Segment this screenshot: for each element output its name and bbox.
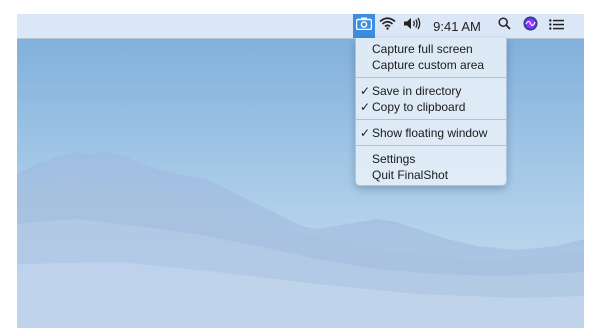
menu-item-copy-to-clipboard[interactable]: ✓ Copy to clipboard <box>356 99 506 115</box>
menu-separator <box>356 145 506 146</box>
checkmark-icon: ✓ <box>360 100 371 114</box>
wifi-button[interactable] <box>377 14 397 38</box>
menu-item-show-floating-window[interactable]: ✓ Show floating window <box>356 125 506 141</box>
wifi-icon <box>378 17 396 35</box>
camera-icon <box>355 17 373 35</box>
menu-item-settings[interactable]: Settings <box>356 151 506 167</box>
menu-item-save-in-directory[interactable]: ✓ Save in directory <box>356 83 506 99</box>
speaker-volume-icon <box>403 17 421 35</box>
menubar-app-button[interactable] <box>353 14 375 38</box>
notification-center-button[interactable] <box>547 14 565 38</box>
menu-bar: 9:41 AM <box>17 14 584 39</box>
volume-button[interactable] <box>401 14 423 38</box>
menu-item-capture-full-screen[interactable]: Capture full screen <box>356 41 506 57</box>
menu-item-quit[interactable]: Quit FinalShot <box>356 167 506 183</box>
checkmark-icon: ✓ <box>360 126 371 140</box>
menubar-clock[interactable]: 9:41 AM <box>431 14 483 38</box>
menu-separator <box>356 77 506 78</box>
checkmark-icon: ✓ <box>360 84 371 98</box>
siri-button[interactable] <box>521 14 539 38</box>
spotlight-search-icon <box>497 17 511 35</box>
menu-item-capture-custom-area[interactable]: Capture custom area <box>356 57 506 73</box>
finalshot-dropdown-menu: Capture full screen Capture custom area … <box>355 38 507 186</box>
notification-center-icon <box>548 17 564 35</box>
siri-icon <box>523 16 538 36</box>
menu-separator <box>356 119 506 120</box>
spotlight-button[interactable] <box>495 14 513 38</box>
desktop-screen: 9:41 AM Capture full screen Capture cust… <box>17 14 584 328</box>
